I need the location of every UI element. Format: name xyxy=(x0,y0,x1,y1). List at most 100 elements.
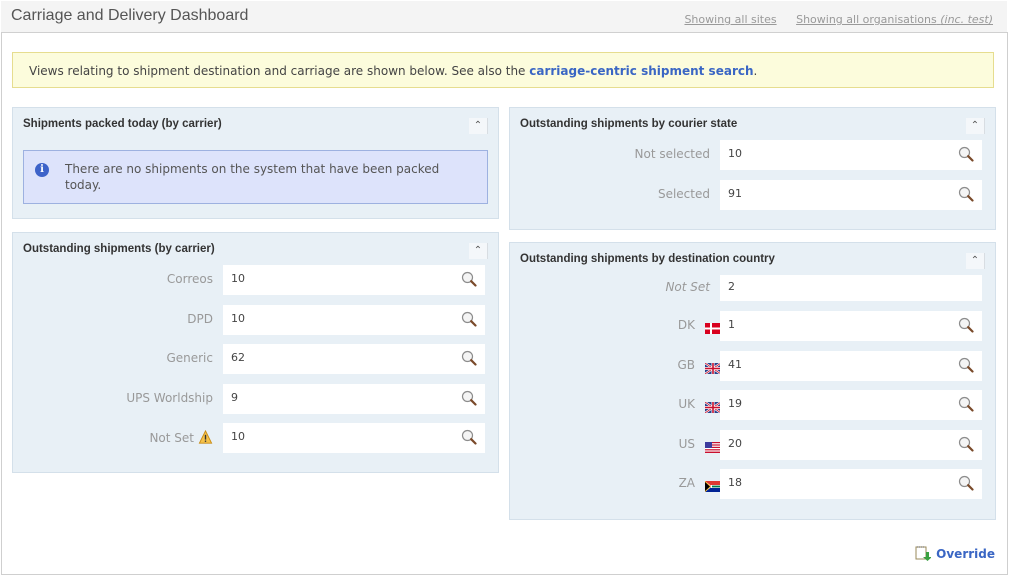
override-icon xyxy=(915,546,933,561)
search-icon[interactable] xyxy=(461,311,477,327)
search-icon[interactable] xyxy=(461,429,477,445)
us-flag-icon xyxy=(705,441,721,453)
search-icon[interactable] xyxy=(958,357,974,373)
page-title: Carriage and Delivery Dashboard xyxy=(11,7,249,24)
count-value: 91 xyxy=(728,187,742,200)
count-value: 18 xyxy=(728,476,742,489)
count-field: 41 xyxy=(720,350,982,381)
data-row: DPD 10 xyxy=(13,304,498,335)
row-label-text: Not Set xyxy=(149,431,194,445)
notice-text: Views relating to shipment destination a… xyxy=(29,64,530,78)
count-field: 62 xyxy=(223,344,485,374)
data-row: Selected 91 xyxy=(510,180,995,210)
row-label-text: UK xyxy=(678,397,695,411)
count-field: 2 xyxy=(720,275,982,301)
count-value: 10 xyxy=(728,147,742,160)
count-value: 10 xyxy=(231,430,245,443)
collapse-button[interactable]: ⌃ xyxy=(966,253,985,269)
data-row: US 20 xyxy=(510,429,995,460)
header-links: Showing all sites Showing all organisati… xyxy=(668,13,993,26)
count-value: 2 xyxy=(728,280,735,293)
data-row: GB 41 xyxy=(510,350,995,381)
row-label-text: Not selected xyxy=(634,147,711,161)
count-value: 10 xyxy=(231,272,245,285)
row-label: GB xyxy=(677,357,722,375)
row-label: Selected xyxy=(658,187,710,201)
count-field: 91 xyxy=(720,180,982,210)
count-value: 1 xyxy=(728,318,735,331)
search-icon[interactable] xyxy=(958,317,974,333)
panel-title: Outstanding shipments (by carrier) xyxy=(23,243,215,255)
collapse-button[interactable]: ⌃ xyxy=(966,118,985,134)
collapse-button[interactable]: ⌃ xyxy=(469,243,488,259)
row-label: Not selected xyxy=(635,147,711,161)
row-label-text: Selected xyxy=(657,187,710,201)
collapse-button[interactable]: ⌃ xyxy=(469,118,488,134)
data-row: DK 1 xyxy=(510,311,995,341)
showing-all-sites-link[interactable]: Showing all sites xyxy=(684,13,776,26)
showing-all-organisations-link[interactable]: Showing all organisations (inc. test) xyxy=(796,13,993,26)
panel-title: Shipments packed today (by carrier) xyxy=(23,118,222,130)
count-value: 19 xyxy=(728,397,742,410)
page-header: Carriage and Delivery Dashboard Showing … xyxy=(1,1,1007,33)
orgs-link-suffix: (inc. test) xyxy=(940,13,993,26)
count-field: 1 xyxy=(720,311,982,341)
row-label-text: US xyxy=(678,436,695,451)
row-label: Not Set xyxy=(665,280,710,294)
data-row: Not Set 10 xyxy=(13,423,498,453)
count-field: 20 xyxy=(720,429,982,460)
data-row: Generic 62 xyxy=(13,344,498,374)
search-icon[interactable] xyxy=(958,186,974,202)
count-field: 9 xyxy=(223,383,485,414)
row-label-text: GB xyxy=(677,357,695,372)
uk-flag-icon xyxy=(704,361,722,375)
double-chevron-up-icon: ⌃ xyxy=(473,245,483,256)
panel-title: Outstanding shipments by destination cou… xyxy=(520,253,775,265)
double-chevron-up-icon: ⌃ xyxy=(970,255,980,266)
row-label: UPS Worldship xyxy=(126,391,213,405)
data-row: UPS Worldship 9 xyxy=(13,383,498,414)
row-label: UK xyxy=(678,397,722,414)
count-value: 10 xyxy=(231,311,245,325)
row-label: US xyxy=(678,436,721,453)
count-value: 20 xyxy=(728,436,742,450)
row-label: Generic xyxy=(166,351,213,365)
row-label: ZA xyxy=(678,476,721,492)
panel-by-carrier: Outstanding shipments (by carrier) ⌃ Cor… xyxy=(12,232,499,473)
notice-banner: Views relating to shipment destination a… xyxy=(12,52,994,88)
uk-flag-icon xyxy=(704,401,722,414)
panel-title: Outstanding shipments by courier state xyxy=(520,118,738,130)
row-label-text: ZA xyxy=(678,476,695,490)
row-label-text: DK xyxy=(677,318,695,332)
count-field: 10 xyxy=(720,140,982,170)
search-icon[interactable] xyxy=(958,396,974,412)
count-value: 62 xyxy=(231,351,245,364)
row-label-text: Not Set xyxy=(665,280,710,294)
search-icon[interactable] xyxy=(958,475,974,491)
search-icon[interactable] xyxy=(461,350,477,366)
data-row: UK 19 xyxy=(510,390,995,420)
row-label-text: Generic xyxy=(166,351,213,365)
count-field: 10 xyxy=(223,423,485,453)
row-label: DK xyxy=(677,318,721,334)
double-chevron-up-icon: ⌃ xyxy=(970,120,980,131)
row-label: Correos xyxy=(167,272,213,286)
data-row: Not Set 2 xyxy=(510,275,995,305)
data-row: Not selected 10 xyxy=(510,140,995,170)
override-button[interactable]: Override xyxy=(915,545,995,561)
search-icon[interactable] xyxy=(958,146,974,162)
count-value: 41 xyxy=(728,357,742,371)
override-label: Override xyxy=(936,547,995,561)
search-icon[interactable] xyxy=(461,271,477,287)
row-label: DPD xyxy=(187,312,213,326)
double-chevron-up-icon: ⌃ xyxy=(473,120,483,131)
search-icon[interactable] xyxy=(461,390,477,406)
data-row: ZA 18 xyxy=(510,469,995,499)
carriage-search-link[interactable]: carriage-centric shipment search xyxy=(529,64,753,78)
row-label-text: DPD xyxy=(187,311,213,326)
row-label-text: Correos xyxy=(166,272,213,286)
info-icon: i xyxy=(35,163,49,177)
search-icon[interactable] xyxy=(958,436,974,452)
orgs-link-label: Showing all organisations xyxy=(796,13,937,26)
row-label-text: UPS Worldship xyxy=(126,390,213,405)
